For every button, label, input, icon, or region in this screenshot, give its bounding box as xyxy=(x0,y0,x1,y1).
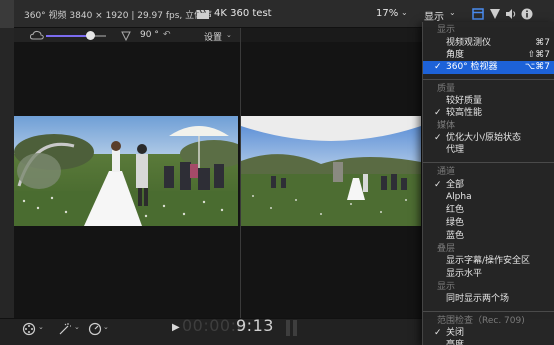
menu-item-green[interactable]: 绿色 xyxy=(423,217,554,230)
menu-item-luma[interactable]: 亮度 xyxy=(423,339,554,345)
audio-level-meter xyxy=(293,320,297,336)
chevron-down-icon: ⌄ xyxy=(74,323,80,331)
menu-item-label: 绿色 xyxy=(446,218,465,228)
equirectangular-frame[interactable] xyxy=(241,116,421,226)
wedding-scene-equirectangular xyxy=(241,116,421,226)
menu-item-proxy[interactable]: 代理 xyxy=(423,144,554,157)
chevron-down-icon: ⌄ xyxy=(401,8,408,17)
menu-item-label: 同时显示两个场 xyxy=(446,294,510,304)
menu-separator xyxy=(423,162,554,163)
tilt-icon[interactable] xyxy=(121,31,131,41)
menu-separator xyxy=(423,311,554,312)
fov-slider-fill xyxy=(46,35,90,37)
view-dropdown-menu: 显示 视频观测仪 ⌘7 角度 ⇧⌘7 ✓ 360° 检视器 ⌥⌘7 质量 较好质… xyxy=(422,22,554,345)
play-button[interactable]: ▶ xyxy=(172,322,180,333)
menu-item-label: 红色 xyxy=(446,205,465,215)
menu-item-label: 较高性能 xyxy=(446,108,483,118)
timecode-value[interactable]: 9:13 xyxy=(236,316,274,335)
viewer-layout-icon[interactable] xyxy=(472,8,484,20)
audio-level-meter xyxy=(286,320,290,336)
menu-item-blue[interactable]: 蓝色 xyxy=(423,230,554,243)
menu-item-label: 显示字幕/操作安全区 xyxy=(446,256,531,266)
effects-wand-icon[interactable] xyxy=(58,322,72,336)
checkmark-icon: ✓ xyxy=(434,108,442,118)
menu-item-horizon[interactable]: 显示水平 xyxy=(423,268,554,281)
360-viewer-frame[interactable] xyxy=(14,116,238,226)
reset-angle-icon[interactable]: ↶ xyxy=(163,30,171,40)
fov-slider-knob[interactable] xyxy=(86,31,95,40)
left-panel-edge xyxy=(0,0,14,28)
menu-item-better-performance[interactable]: ✓ 较高性能 xyxy=(423,107,554,120)
menu-item-title-safe[interactable]: 显示字幕/操作安全区 xyxy=(423,255,554,268)
menu-item-360-viewer[interactable]: ✓ 360° 检视器 ⌥⌘7 xyxy=(423,61,554,74)
clip-title: 4K 360 test xyxy=(214,8,272,19)
menu-item-both-fields[interactable]: 同时显示两个场 xyxy=(423,293,554,306)
360-projection-icon[interactable] xyxy=(30,30,44,40)
menu-item-alpha[interactable]: Alpha xyxy=(423,191,554,204)
menu-item-label: 显示水平 xyxy=(446,269,483,279)
menu-item-label: 亮度 xyxy=(446,340,465,345)
angle-value[interactable]: 90 ° xyxy=(140,30,159,40)
menu-item-label: 360° 检视器 xyxy=(446,62,498,72)
chevron-down-icon: ⌄ xyxy=(103,323,109,331)
menu-section-display: 显示 xyxy=(437,25,456,35)
chevron-down-icon: ⌄ xyxy=(449,8,456,17)
clip-format-info: 360° 视频 3840 × 1920 | 29.97 fps, 立体声 xyxy=(24,11,213,21)
chevron-down-icon: ⌄ xyxy=(226,31,232,39)
checkmark-icon: ✓ xyxy=(434,62,442,72)
view-menu-button[interactable]: 显示 xyxy=(424,8,444,23)
menu-item-shortcut: ⌥⌘7 xyxy=(524,62,550,72)
speed-gauge-icon[interactable] xyxy=(88,322,102,336)
menu-item-red[interactable]: 红色 xyxy=(423,204,554,217)
browser-panel-edge xyxy=(0,28,14,318)
clapperboard-icon xyxy=(197,10,209,19)
menu-separator xyxy=(423,79,554,80)
menu-item-label: 蓝色 xyxy=(446,231,465,241)
menu-section-channels: 通道 xyxy=(437,167,456,177)
zoom-level-button[interactable]: 17% xyxy=(376,8,398,19)
enhance-icon[interactable] xyxy=(489,8,501,20)
chevron-down-icon: ⌄ xyxy=(38,323,44,331)
wedding-scene-perspective xyxy=(14,116,238,226)
transform-tool-icon[interactable] xyxy=(22,322,36,336)
menu-item-label: 代理 xyxy=(446,145,465,155)
audio-speaker-icon[interactable] xyxy=(505,8,517,20)
menu-item-label: Alpha xyxy=(446,192,472,202)
info-icon[interactable] xyxy=(521,8,533,20)
